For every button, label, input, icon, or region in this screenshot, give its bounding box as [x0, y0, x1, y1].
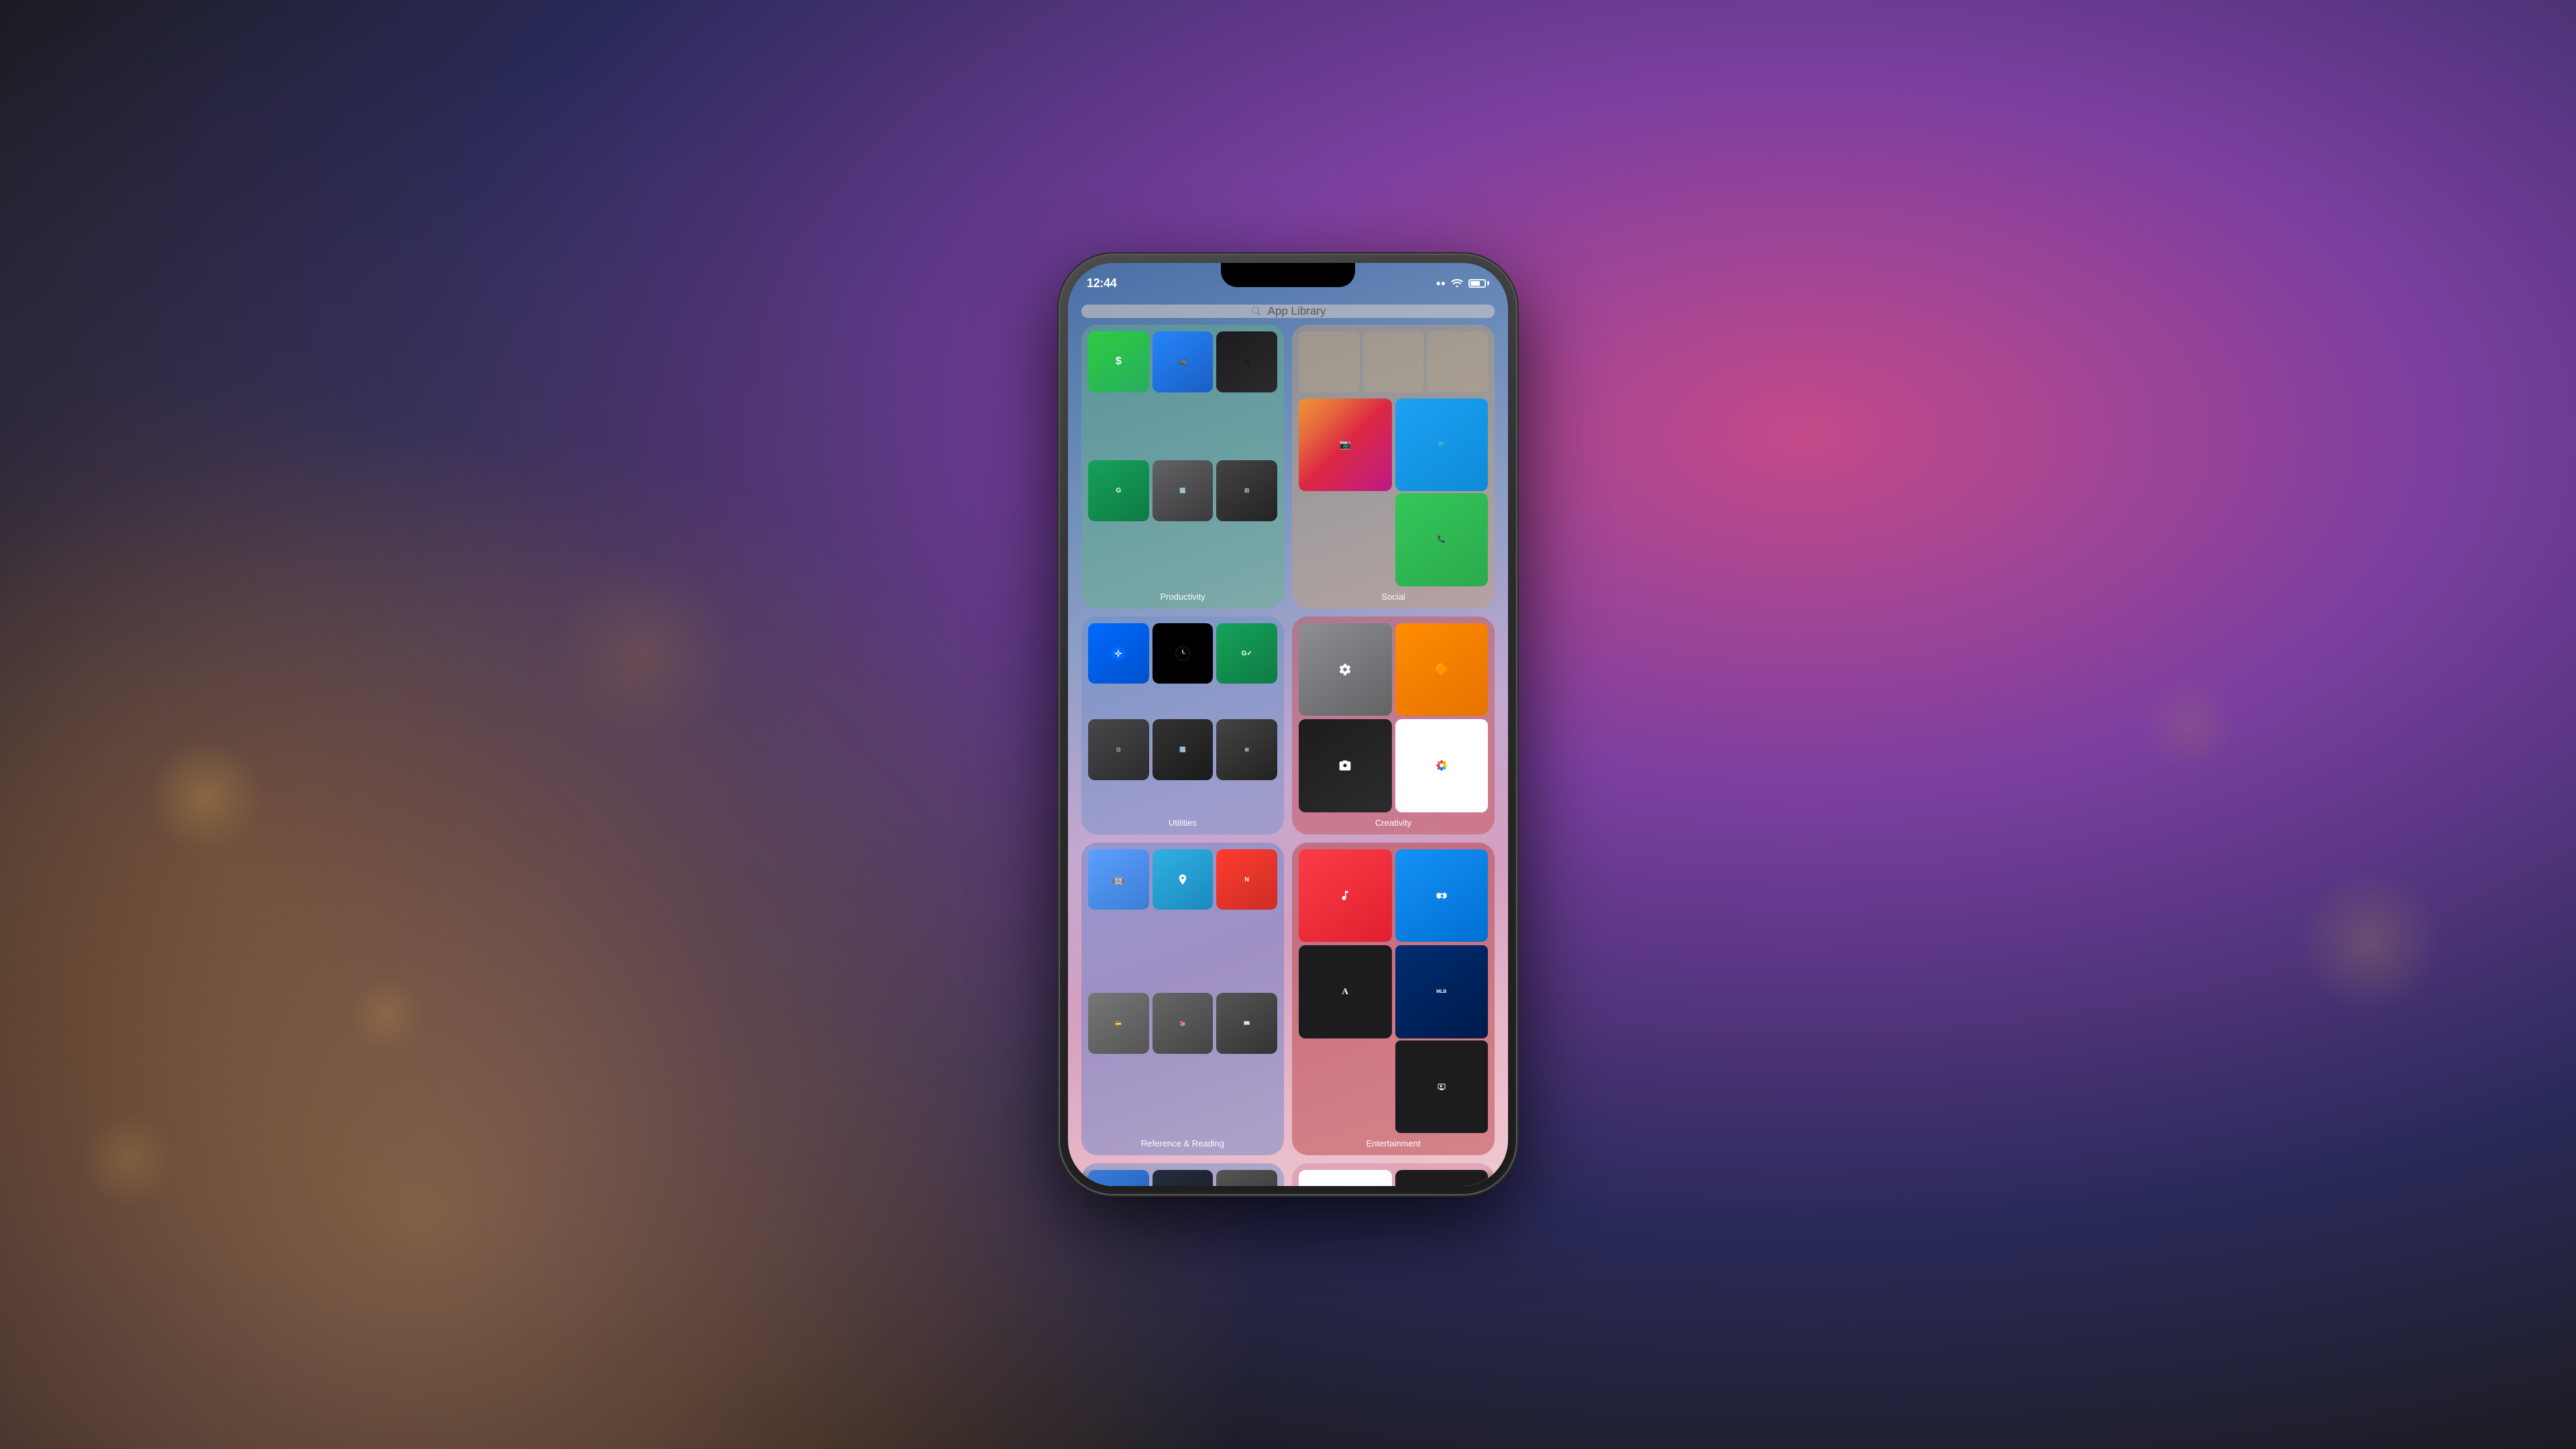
search-bar[interactable]: App Library	[1081, 305, 1495, 318]
social-apps: 📷 🐦 📞	[1299, 398, 1488, 586]
app-screentime[interactable]: 🔢	[1152, 460, 1214, 521]
app-settings[interactable]	[1299, 623, 1392, 716]
app-grammarly-util[interactable]: G✓	[1216, 623, 1277, 684]
app-camera[interactable]	[1299, 719, 1392, 812]
social-top-2	[1363, 331, 1424, 392]
status-time: 12:44	[1087, 276, 1117, 290]
lifestyle-apps: ⚙ a ⊞	[1088, 1170, 1277, 1186]
app-bot[interactable]: 🤖	[1088, 849, 1149, 910]
screen-content: App Library $ 📹	[1068, 298, 1508, 1186]
phone-screen: 12:44 ●●	[1068, 263, 1508, 1186]
folder-reference[interactable]: 🤖 N 💳	[1081, 843, 1284, 1156]
folder-health[interactable]: Health & Fitness	[1292, 1163, 1495, 1186]
folder-utilities[interactable]: G✓ ⊡ 🔢 ⊞ Utilities	[1081, 616, 1284, 835]
app-wallet-ref[interactable]: 💳	[1088, 993, 1149, 1054]
app-calc-lifestyle[interactable]: ⊞	[1216, 1170, 1277, 1186]
app-zoom[interactable]: 📹	[1152, 331, 1214, 392]
app-health[interactable]	[1299, 1170, 1392, 1186]
creativity-label: Creativity	[1299, 818, 1488, 828]
app-font[interactable]: A	[1299, 945, 1392, 1038]
app-amazon[interactable]: a	[1152, 1170, 1214, 1186]
app-watchface[interactable]	[1152, 623, 1214, 684]
folder-lifestyle[interactable]: ⚙ a ⊞	[1081, 1163, 1284, 1186]
entertainment-apps: A MLB	[1299, 849, 1488, 1134]
app-safari[interactable]	[1088, 623, 1149, 684]
app-instagram[interactable]: 📷	[1299, 398, 1392, 492]
folder-entertainment[interactable]: A MLB	[1292, 843, 1495, 1156]
social-top-1	[1299, 331, 1360, 392]
utilities-label: Utilities	[1088, 818, 1277, 828]
app-more-ref[interactable]: 📚	[1152, 993, 1214, 1054]
productivity-apps: $ 📹 ⌂ G 🔢	[1088, 331, 1277, 586]
app-calc-prod[interactable]: ⊞	[1216, 460, 1277, 521]
creativity-apps: 🔶	[1299, 623, 1488, 812]
search-placeholder: App Library	[1268, 305, 1326, 318]
app-photos[interactable]	[1395, 719, 1489, 812]
notch	[1221, 263, 1355, 287]
wifi-icon	[1451, 278, 1463, 289]
app-grammarly-prod[interactable]: G	[1088, 460, 1149, 521]
folder-productivity[interactable]: $ 📹 ⌂ G 🔢	[1081, 325, 1284, 608]
battery-icon	[1468, 279, 1489, 288]
app-calc-util[interactable]: 🔢	[1152, 719, 1214, 780]
app-activity[interactable]	[1395, 1170, 1489, 1186]
utilities-apps: G✓ ⊡ 🔢 ⊞	[1088, 623, 1277, 812]
social-right-col: 🐦 📞	[1395, 398, 1489, 586]
status-icons: ●●	[1436, 278, 1490, 289]
social-top-3	[1427, 331, 1488, 392]
app-extra-ref[interactable]: 📖	[1216, 993, 1277, 1054]
entertainment-label: Entertainment	[1299, 1138, 1488, 1148]
reference-apps: 🤖 N 💳	[1088, 849, 1277, 1134]
app-vlc[interactable]: 🔶	[1395, 623, 1489, 716]
app-cash[interactable]: $	[1088, 331, 1149, 392]
social-label: Social	[1299, 592, 1488, 602]
app-grid-util[interactable]: ⊞	[1216, 719, 1277, 780]
app-maps[interactable]	[1152, 849, 1214, 910]
productivity-label: Productivity	[1088, 592, 1277, 602]
app-appletv[interactable]	[1395, 1040, 1489, 1134]
app-music[interactable]	[1299, 849, 1392, 943]
entertainment-right-small: MLB	[1395, 945, 1489, 1133]
app-grid: $ 📹 ⌂ G 🔢	[1081, 325, 1495, 1186]
app-appstore[interactable]	[1395, 849, 1489, 943]
app-screentime-util[interactable]: ⊡	[1088, 719, 1149, 780]
health-apps	[1299, 1170, 1488, 1186]
folder-creativity[interactable]: 🔶	[1292, 616, 1495, 835]
folder-social[interactable]: 📷 🐦 📞 Social	[1292, 325, 1495, 608]
phone-outer: 12:44 ●●	[1060, 255, 1516, 1194]
app-cydia[interactable]: ⚙	[1088, 1170, 1149, 1186]
app-mlb[interactable]: MLB	[1395, 945, 1489, 1038]
search-icon	[1250, 305, 1263, 317]
app-shortcuts[interactable]: ⌂	[1216, 331, 1277, 392]
app-news[interactable]: N	[1216, 849, 1277, 910]
signal-icon: ●●	[1436, 278, 1446, 288]
app-twitter[interactable]: 🐦	[1395, 398, 1489, 492]
reference-label: Reference & Reading	[1088, 1138, 1277, 1148]
social-top-row	[1299, 331, 1488, 392]
phone: 12:44 ●●	[1060, 255, 1516, 1194]
app-phone[interactable]: 📞	[1395, 493, 1489, 586]
